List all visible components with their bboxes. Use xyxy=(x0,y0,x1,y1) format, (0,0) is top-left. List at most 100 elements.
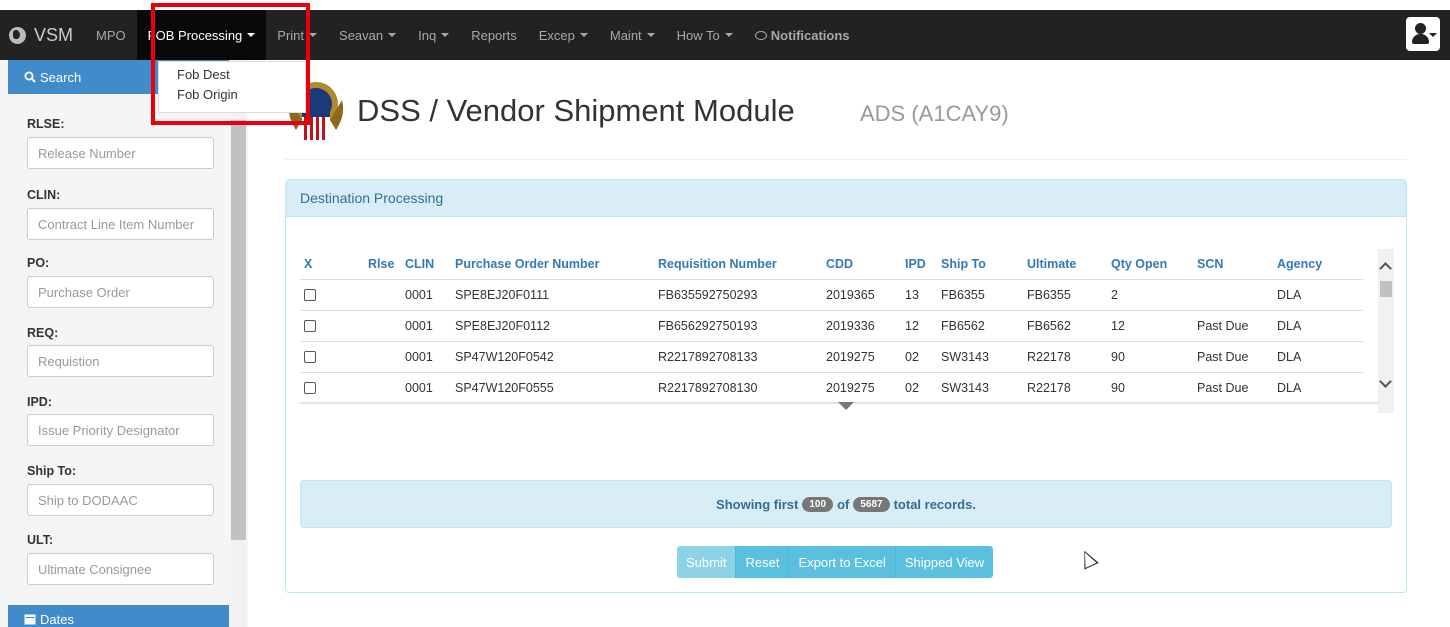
menu-item-fob-dest[interactable]: Fob Dest xyxy=(159,65,305,85)
chevron-up-icon[interactable] xyxy=(1379,262,1392,275)
col-ipd[interactable]: IPD xyxy=(901,249,937,279)
nav-how-to[interactable]: How To xyxy=(666,10,744,60)
qty-open-cell: 2 xyxy=(1107,278,1193,310)
rlse-cell xyxy=(364,278,401,310)
table-row: 0001 SPE8EJ20F0112 FB656292750193 201933… xyxy=(300,309,1363,341)
page-title: DSS / Vendor Shipment Module xyxy=(357,93,795,128)
qty-open-cell: 90 xyxy=(1107,340,1193,372)
ship-to-cell: SW3143 xyxy=(937,340,1023,372)
top-navbar: VSM MPO FOB Processing Print Seavan Inq … xyxy=(0,10,1450,60)
qty-open-cell: 90 xyxy=(1107,371,1193,403)
purchase-order-input[interactable]: Purchase Order xyxy=(27,276,214,308)
nav-reports-label: Reports xyxy=(471,27,517,43)
user-menu-button[interactable] xyxy=(1406,17,1440,51)
globe-icon xyxy=(9,26,26,44)
col-select[interactable]: X xyxy=(300,249,364,279)
col-ultimate[interactable]: Ultimate xyxy=(1023,249,1107,279)
info-prefix: Showing first xyxy=(716,496,799,512)
nav-mpo[interactable]: MPO xyxy=(85,10,137,60)
caret-down-icon xyxy=(247,33,256,37)
caret-down-icon xyxy=(388,33,397,37)
rlse-cell xyxy=(364,309,401,341)
nav-print[interactable]: Print xyxy=(266,10,328,60)
export-to-excel-button[interactable]: Export to Excel xyxy=(789,546,896,578)
menu-item-fob-origin[interactable]: Fob Origin xyxy=(159,85,305,105)
header-divider xyxy=(285,159,1407,160)
calendar-icon xyxy=(24,614,36,625)
table-row: 0001 SP47W120F0555 R2217892708130 201927… xyxy=(300,371,1363,403)
brand-link[interactable]: VSM xyxy=(0,10,73,60)
ultimate-cell: FB6355 xyxy=(1023,278,1107,310)
nav-seavan-label: Seavan xyxy=(339,27,384,43)
nav-seavan[interactable]: Seavan xyxy=(328,10,407,60)
col-scn[interactable]: SCN xyxy=(1193,249,1273,279)
brand-label: VSM xyxy=(34,24,74,45)
dates-panel-header[interactable]: Dates xyxy=(8,605,229,627)
nav-maint[interactable]: Maint xyxy=(599,10,666,60)
requisition-input[interactable]: Requistion xyxy=(27,345,214,377)
ship-to-input[interactable]: Ship to DODAAC xyxy=(27,484,214,516)
nav-fob-processing-label: FOB Processing xyxy=(147,27,243,43)
shipment-table: X Rlse CLIN Purchase Order Number Requis… xyxy=(300,249,1363,403)
triangle-down-icon[interactable] xyxy=(838,402,854,410)
panel-heading: Destination Processing xyxy=(286,180,1406,217)
scn-cell xyxy=(1193,278,1273,310)
caret-down-icon xyxy=(309,33,318,37)
table-scrollbar-thumb[interactable] xyxy=(1380,281,1392,297)
chevron-down-icon[interactable] xyxy=(1379,375,1392,388)
sidebar-scrollbar-thumb[interactable] xyxy=(231,120,246,540)
reset-button[interactable]: Reset xyxy=(736,546,790,578)
ultimate-consignee-input[interactable]: Ultimate Consignee xyxy=(27,553,214,585)
nav-notifications[interactable]: Notifications xyxy=(744,10,861,60)
col-qty-open[interactable]: Qty Open xyxy=(1107,249,1193,279)
req-cell: R2217892708130 xyxy=(654,371,822,403)
row-checkbox[interactable] xyxy=(304,351,316,364)
ipd-cell: 02 xyxy=(901,340,937,372)
agency-cell: DLA xyxy=(1273,340,1363,372)
col-purchase-order[interactable]: Purchase Order Number xyxy=(451,249,654,279)
table-header-row: X Rlse CLIN Purchase Order Number Requis… xyxy=(300,249,1363,279)
req-cell: FB635592750293 xyxy=(654,278,822,310)
ipd-input[interactable]: Issue Priority Designator xyxy=(27,414,214,446)
submit-button[interactable]: Submit xyxy=(677,546,737,578)
row-checkbox[interactable] xyxy=(304,320,316,333)
nav-fob-processing[interactable]: FOB Processing xyxy=(136,10,267,60)
nav-inq[interactable]: Inq xyxy=(407,10,460,60)
nav-excep[interactable]: Excep xyxy=(528,10,599,60)
table-scrollbar[interactable] xyxy=(1378,249,1394,413)
nav-how-to-label: How To xyxy=(676,27,720,43)
scn-cell: Past Due xyxy=(1193,309,1273,341)
row-checkbox[interactable] xyxy=(304,289,316,302)
cdd-cell: 2019275 xyxy=(822,340,901,372)
caret-down-icon xyxy=(1429,33,1437,37)
col-cdd[interactable]: CDD xyxy=(822,249,901,279)
col-requisition[interactable]: Requisition Number xyxy=(654,249,822,279)
table-row: 0001 SPE8EJ20F0111 FB635592750293 201936… xyxy=(300,278,1363,310)
cdd-cell: 2019275 xyxy=(822,371,901,403)
ship-to-cell: FB6355 xyxy=(937,278,1023,310)
clin-cell: 0001 xyxy=(401,340,451,372)
po-cell: SP47W120F0542 xyxy=(451,340,654,372)
search-icon xyxy=(24,71,36,83)
shown-count-badge: 100 xyxy=(802,496,834,512)
page: VSM MPO FOB Processing Print Seavan Inq … xyxy=(0,0,1450,627)
release-number-input[interactable]: Release Number xyxy=(27,137,214,169)
clin-input[interactable]: Contract Line Item Number xyxy=(27,208,214,240)
row-select-cell xyxy=(300,340,364,372)
agency-cell: DLA xyxy=(1273,278,1363,310)
req-label: REQ: xyxy=(27,326,59,340)
shipped-view-button[interactable]: Shipped View xyxy=(895,546,994,578)
row-checkbox[interactable] xyxy=(304,382,316,395)
ipd-cell: 12 xyxy=(901,309,937,341)
cdd-cell: 2019365 xyxy=(822,278,901,310)
col-clin[interactable]: CLIN xyxy=(401,249,451,279)
col-ship-to[interactable]: Ship To xyxy=(937,249,1023,279)
nav-inq-label: Inq xyxy=(418,27,437,43)
action-button-group: Submit Reset Export to Excel Shipped Vie… xyxy=(677,546,994,578)
ipd-cell: 02 xyxy=(901,371,937,403)
nav-reports[interactable]: Reports xyxy=(460,10,528,60)
ultimate-cell: R22178 xyxy=(1023,371,1107,403)
col-agency[interactable]: Agency xyxy=(1273,249,1363,279)
col-rlse[interactable]: Rlse xyxy=(364,249,401,279)
page-subtitle: ADS (A1CAY9) xyxy=(860,101,1009,126)
